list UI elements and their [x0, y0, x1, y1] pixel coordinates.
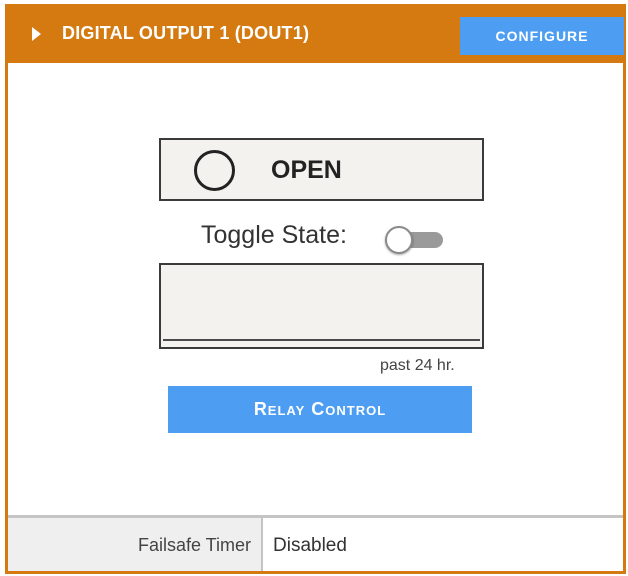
configure-button[interactable]: CONFIGURE [460, 17, 624, 55]
panel-title: DIGITAL OUTPUT 1 (DOUT1) [62, 23, 310, 43]
relay-control-button[interactable]: Relay Control [168, 386, 472, 433]
toggle-knob [385, 226, 413, 254]
output-state-indicator: OPEN [159, 138, 484, 201]
toggle-state-switch[interactable] [385, 226, 443, 254]
failsafe-row: Failsafe Timer Disabled [8, 515, 623, 571]
failsafe-timer-value: Disabled [273, 535, 347, 556]
failsafe-timer-label: Failsafe Timer [137, 535, 251, 555]
failsafe-label-cell: Failsafe Timer [8, 518, 263, 571]
caret-right-icon[interactable] [32, 27, 41, 41]
toggle-state-label: Toggle State: [201, 221, 347, 249]
state-history-line [163, 339, 480, 341]
state-label: OPEN [271, 156, 342, 184]
state-history-chart [159, 263, 484, 349]
history-caption: past 24 hr. [380, 357, 455, 374]
circle-open-icon [194, 150, 235, 191]
digital-output-panel: DIGITAL OUTPUT 1 (DOUT1) CONFIGURE OPEN … [5, 4, 626, 574]
panel-header[interactable]: DIGITAL OUTPUT 1 (DOUT1) CONFIGURE [8, 7, 624, 63]
